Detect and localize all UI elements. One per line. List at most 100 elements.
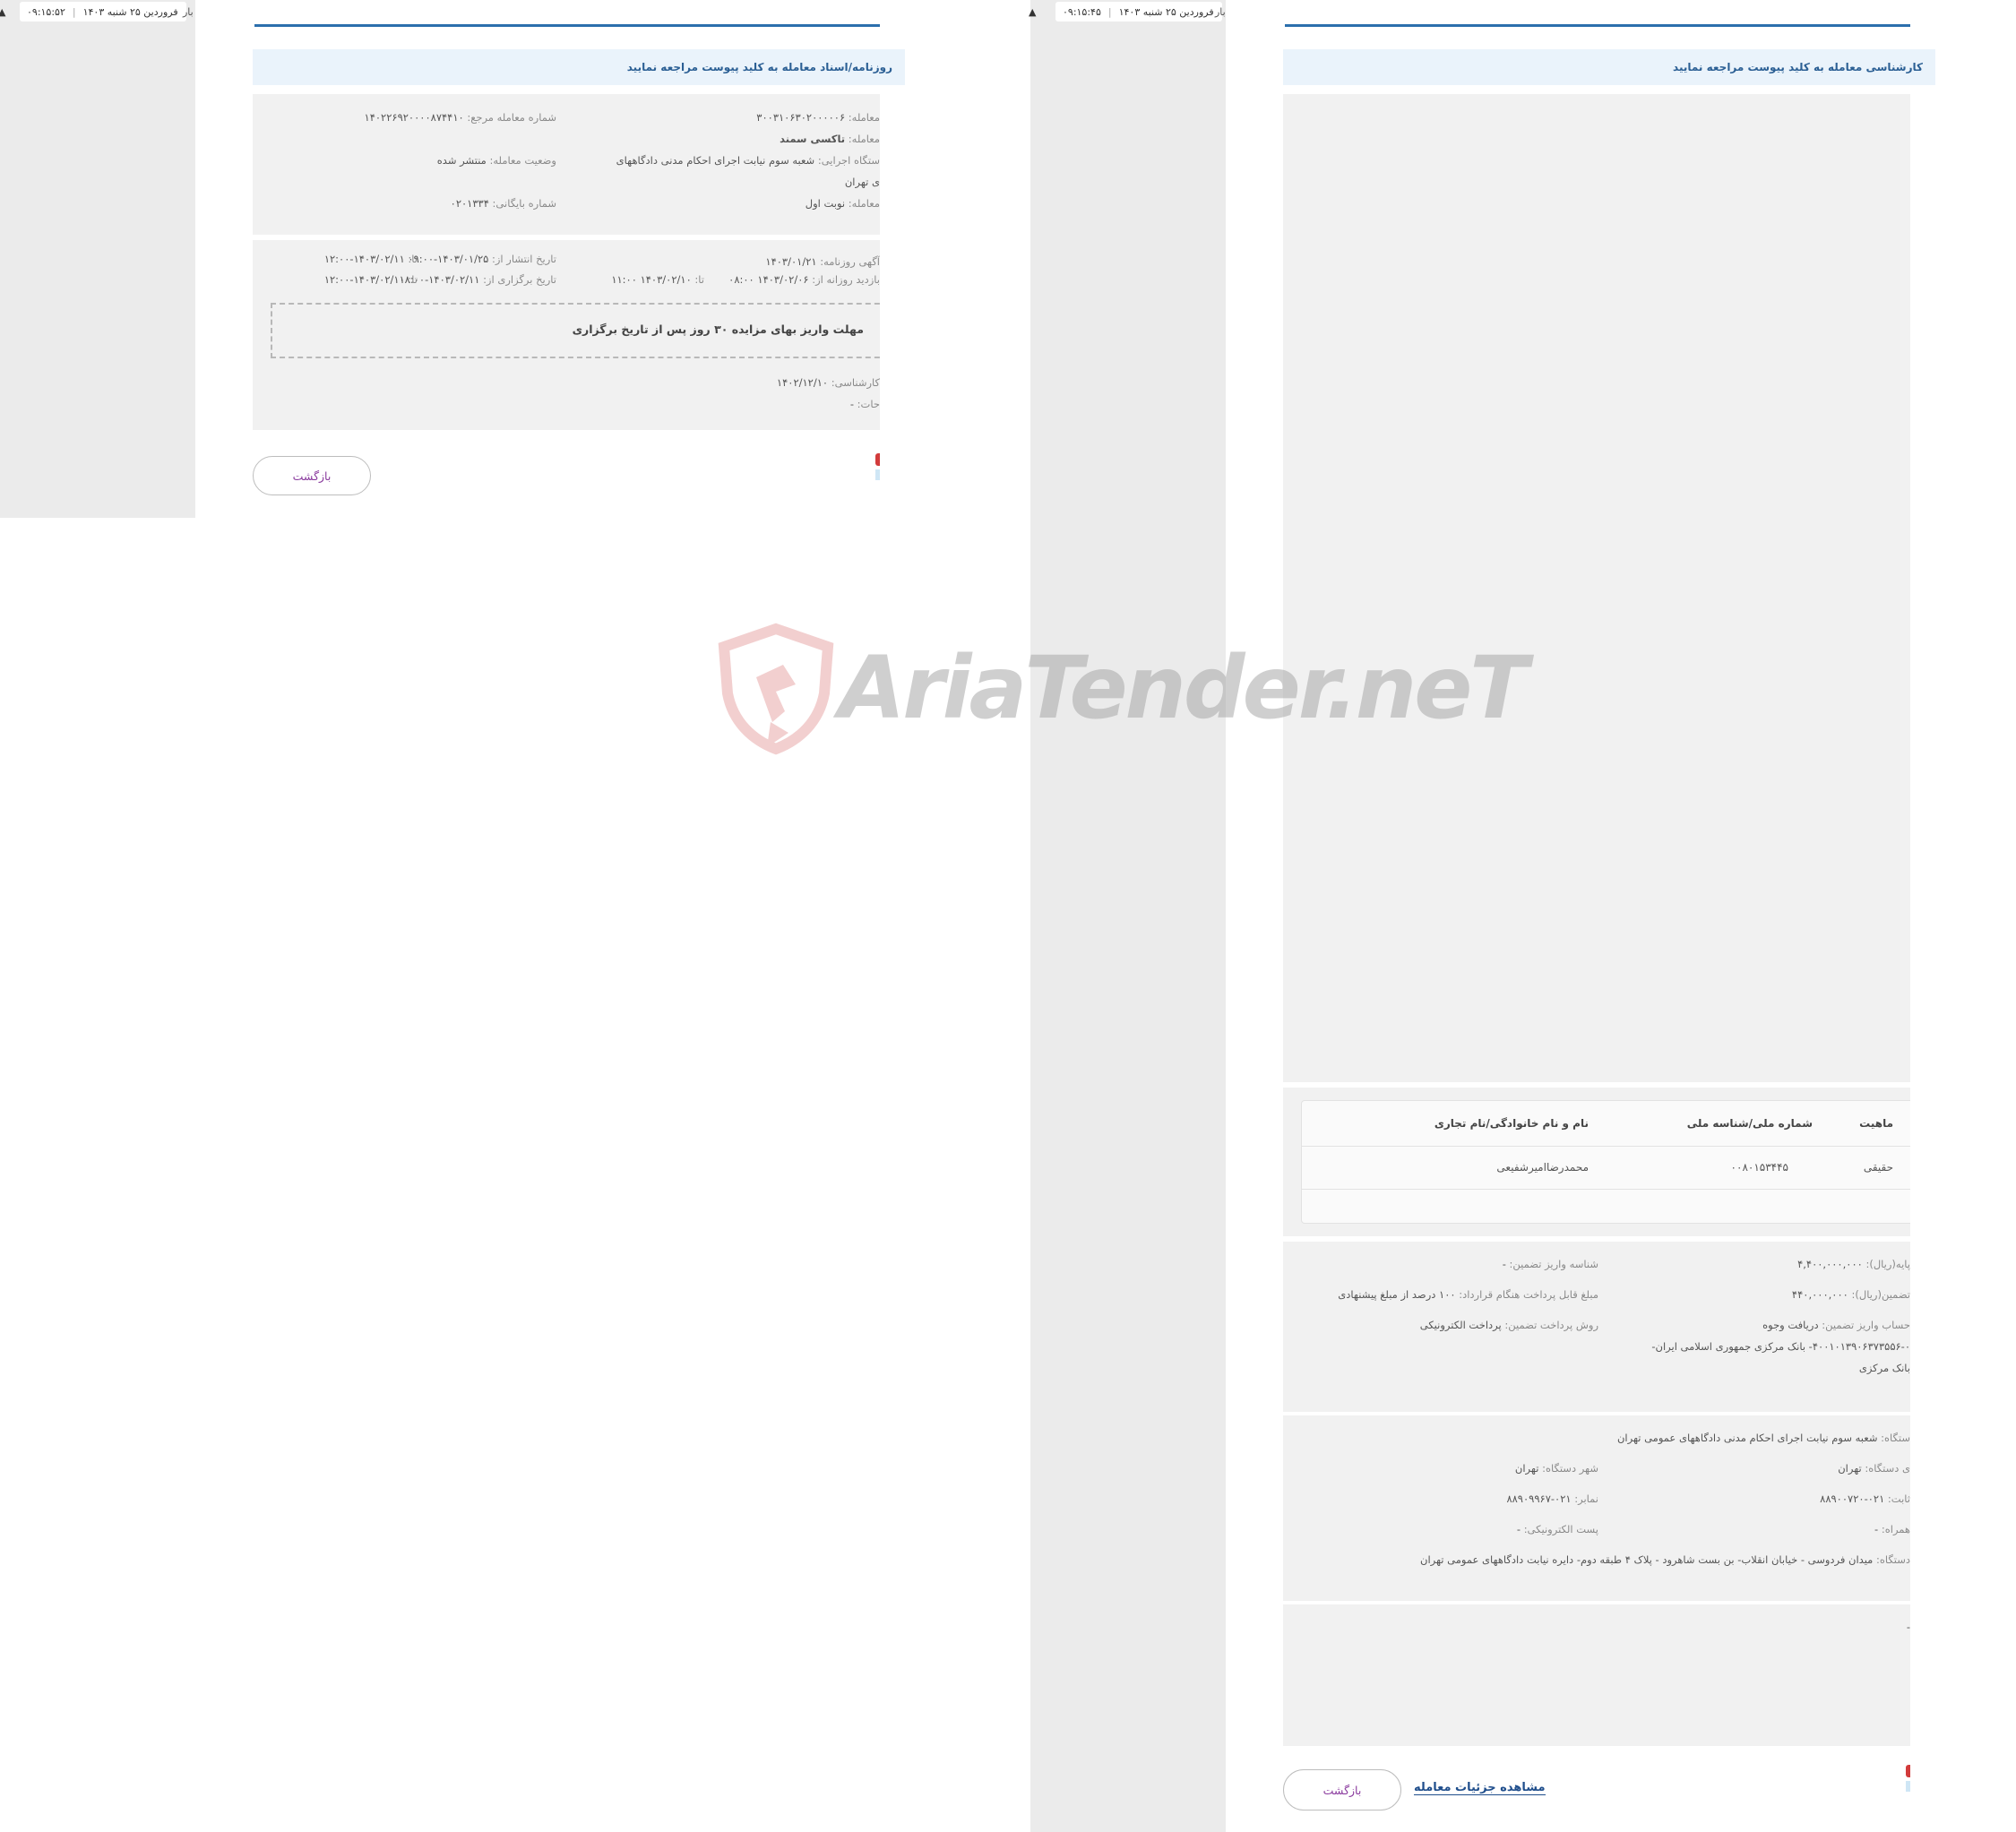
archive-value: ۰۲۰۱۳۳۴ (450, 197, 489, 210)
deal-type-value: نوبت اول (805, 197, 846, 210)
status-value: منتشر شده (436, 154, 487, 167)
attachment-panel (1283, 94, 1910, 1082)
base-price-value: ۴,۴۰۰,۰۰۰,۰۰۰ (1797, 1258, 1863, 1270)
phone-row: ثابت: ۰۲۱-۸۸۹۰۰۷۲۰ (1820, 1492, 1910, 1505)
executor-label: ستگاه اجرایی: (817, 154, 880, 167)
table-divider (1302, 1189, 1910, 1190)
account-value: دریافت وجوه (1762, 1319, 1819, 1331)
account-row: حساب واریز تضمین: دریافت وجوه (1762, 1319, 1910, 1331)
left-sidebar (0, 0, 195, 518)
cell-name: محمدرضاامیرشفیعی (1496, 1161, 1589, 1174)
deal-type-label: معامله: (848, 197, 880, 210)
hold-from-label: تاریخ برگزاری از: (483, 273, 556, 286)
visit-to-label: تا: (694, 273, 704, 286)
executor-cont: ی تهران (844, 176, 880, 188)
watermark-text: AriaTender.neT (839, 638, 1529, 738)
info-banner-text: روزنامه/اسناد معامله به کلید پیوست مراجع… (626, 61, 892, 73)
home-icon[interactable]: ▲ (0, 6, 5, 18)
contract-payment-value: ۱۰۰ درصد از مبلغ پیشنهادی (1338, 1288, 1456, 1301)
topbar-cut-label: بار (183, 6, 194, 18)
info-banner: روزنامه/اسناد معامله به کلید پیوست مراجع… (253, 49, 905, 85)
address-row: دستگاه: میدان فردوسی - خیابان انقلاب- بن… (1420, 1553, 1910, 1566)
left-topbar: ۰۹:۱۵:۵۲ | فروردین ۲۵ شنبه ۱۴۰۳ (20, 2, 186, 22)
col-header-type: ماهیت (1859, 1117, 1893, 1130)
date-text: فروردین ۲۵ شنبه ۱۴۰۳ (82, 5, 178, 18)
cell-national-id: ۰۰۸۰۱۵۳۴۴۵ (1730, 1161, 1788, 1174)
back-button[interactable]: بازگشت (1283, 1769, 1401, 1810)
clock-time: ۰۹:۱۵:۴۵ (1063, 5, 1101, 18)
publish-from-value: ۱۴۰۳/۰۱/۲۵-۰۹:۰۰ (408, 253, 489, 265)
account-line3: بانک مرکزی (1858, 1362, 1910, 1374)
email-label: پست الکترونیکی: (1523, 1523, 1598, 1535)
clock-time: ۰۹:۱۵:۵۲ (27, 5, 65, 18)
info-banner: کارشناسی معامله به کلید پیوست مراجعه نما… (1283, 49, 1935, 85)
watermark: AriaTender.neT (713, 622, 1529, 756)
notice-box: مهلت واریز بهای مزایده ۳۰ روز پس از تاری… (271, 303, 880, 358)
guarantee-id-row: شناسه واریز تضمین: - (1503, 1258, 1598, 1270)
title-underline (1285, 24, 1910, 27)
deal-number-row: معامله: ۳۰۰۳۱۰۶۳۰۲۰۰۰۰۰۶ (756, 111, 880, 124)
base-price-row: پایه(ریال): ۴,۴۰۰,۰۰۰,۰۰۰ (1797, 1258, 1910, 1270)
dates-panel: آگهی روزنامه: ۱۴۰۳/۰۱/۲۱ تاریخ انتشار از… (253, 240, 880, 430)
parties-table: ماهیت شماره ملی/شناسه ملی نام و نام خانو… (1301, 1100, 1910, 1224)
title-underline (254, 24, 880, 27)
table-divider (1302, 1146, 1910, 1147)
mobile-value: - (1874, 1523, 1879, 1535)
home-icon[interactable]: ▲ (1029, 6, 1036, 18)
mobile-row: همراه: - (1874, 1523, 1910, 1535)
extra-value: - (1906, 1621, 1910, 1633)
extra-panel: - (1283, 1604, 1910, 1746)
status-dot-light (1906, 1781, 1910, 1792)
organization-panel: ستگاه: شعبه سوم نیابت اجرای احکام مدنی د… (1283, 1415, 1910, 1601)
hold-to-value: ۱۴۰۳/۰۲/۱۱-۱۲:۰۰ (323, 273, 405, 286)
info-banner-text: کارشناسی معامله به کلید پیوست مراجعه نما… (1673, 61, 1923, 73)
province-row: ی دستگاه: تهران (1838, 1462, 1910, 1475)
guarantee-amount-label: تضمین(ریال): (1851, 1288, 1910, 1301)
guarantee-id-label: شناسه واریز تضمین: (1509, 1258, 1599, 1270)
visit-from-label: بازدید روزانه از: (812, 273, 880, 286)
status-dot (1906, 1765, 1910, 1777)
deal-type-row: معامله: نوبت اول (806, 197, 880, 210)
archive-label: شماره بایگانی: (492, 197, 556, 210)
org-name-row: ستگاه: شعبه سوم نیابت اجرای احکام مدنی د… (1617, 1432, 1910, 1444)
right-topbar: ۰۹:۱۵:۴۵ | فروردین ۲۵ شنبه ۱۴۰۳ (1055, 2, 1222, 22)
city-row: شهر دستگاه: تهران (1515, 1462, 1598, 1475)
fax-row: نمابر: ۰۲۱-۸۸۹۰۹۹۶۷ (1506, 1492, 1598, 1505)
deal-subject-row: معامله: تاکسی سمند (780, 133, 880, 145)
description-row: حات: - (850, 398, 880, 410)
ref-number-label: شماره معامله مرجع: (467, 111, 556, 124)
back-button[interactable]: بازگشت (253, 456, 371, 495)
payment-method-label: روش پرداخت تضمین: (1504, 1319, 1598, 1331)
email-row: پست الکترونیکی: - (1517, 1523, 1598, 1535)
city-label: شهر دستگاه: (1542, 1462, 1598, 1475)
newspaper-date-label: آگهی روزنامه: (820, 255, 880, 268)
expert-label: کارشناسی: (831, 376, 880, 389)
contract-payment-label: مبلغ قابل پرداخت هنگام قرارداد: (1459, 1288, 1598, 1301)
org-name-value: شعبه سوم نیابت اجرای احکام مدنی دادگاهها… (1616, 1432, 1878, 1444)
account-label: حساب واریز تضمین: (1822, 1319, 1910, 1331)
visit-from-row: بازدید روزانه از: ۱۴۰۳/۰۲/۰۶ ۰۸:۰۰ (728, 273, 880, 286)
archive-row: شماره بایگانی: ۰۲۰۱۳۳۴ (451, 197, 556, 210)
expert-row: کارشناسی: ۱۴۰۲/۱۲/۱۰ (777, 376, 880, 389)
province-value: تهران (1838, 1462, 1862, 1475)
ref-number-row: شماره معامله مرجع: ۱۴۰۲۲۶۹۲۰۰۰۰۸۷۴۴۱۰ (365, 111, 556, 124)
phone-value: ۰۲۱-۸۸۹۰۰۷۲۰ (1820, 1492, 1885, 1505)
visit-to-value: ۱۴۰۳/۰۲/۱۰ ۱۱:۰۰ (611, 273, 692, 286)
base-price-label: پایه(ریال): (1865, 1258, 1910, 1270)
hold-from-row: تاریخ برگزاری از: ۱۴۰۳/۰۲/۱۱-۰۸:۰۰ (399, 273, 556, 286)
publish-from-label: تاریخ انتشار از: (492, 253, 556, 265)
deal-details-link[interactable]: مشاهده جزئیات معامله (1414, 1781, 1546, 1795)
account-line2: ۴۰۰۱۰۱۳۹۰۶۳۷۳۵۵۶-۰- بانک مرکزی جمهوری اس… (1651, 1340, 1910, 1353)
col-header-national-id: شماره ملی/شناسه ملی (1686, 1117, 1813, 1130)
province-label: ی دستگاه: (1865, 1462, 1910, 1475)
visit-to-row: تا: ۱۴۰۳/۰۲/۱۰ ۱۱:۰۰ (611, 273, 704, 286)
fax-label: نمابر: (1574, 1492, 1598, 1505)
publish-to-label: تا: (408, 253, 418, 265)
deal-number-value: ۳۰۰۳۱۰۶۳۰۲۰۰۰۰۰۶ (756, 111, 846, 124)
payment-method-value: پرداخت الکترونیکی (1419, 1319, 1502, 1331)
address-value: میدان فردوسی - خیابان انقلاب- بن بست شاه… (1420, 1553, 1874, 1566)
topbar-cut-label: بار (1215, 6, 1226, 18)
newspaper-date-value: ۱۴۰۳/۰۱/۲۱ (765, 255, 817, 268)
right-sidebar (1030, 0, 1226, 1832)
description-label: حات: (857, 398, 880, 410)
